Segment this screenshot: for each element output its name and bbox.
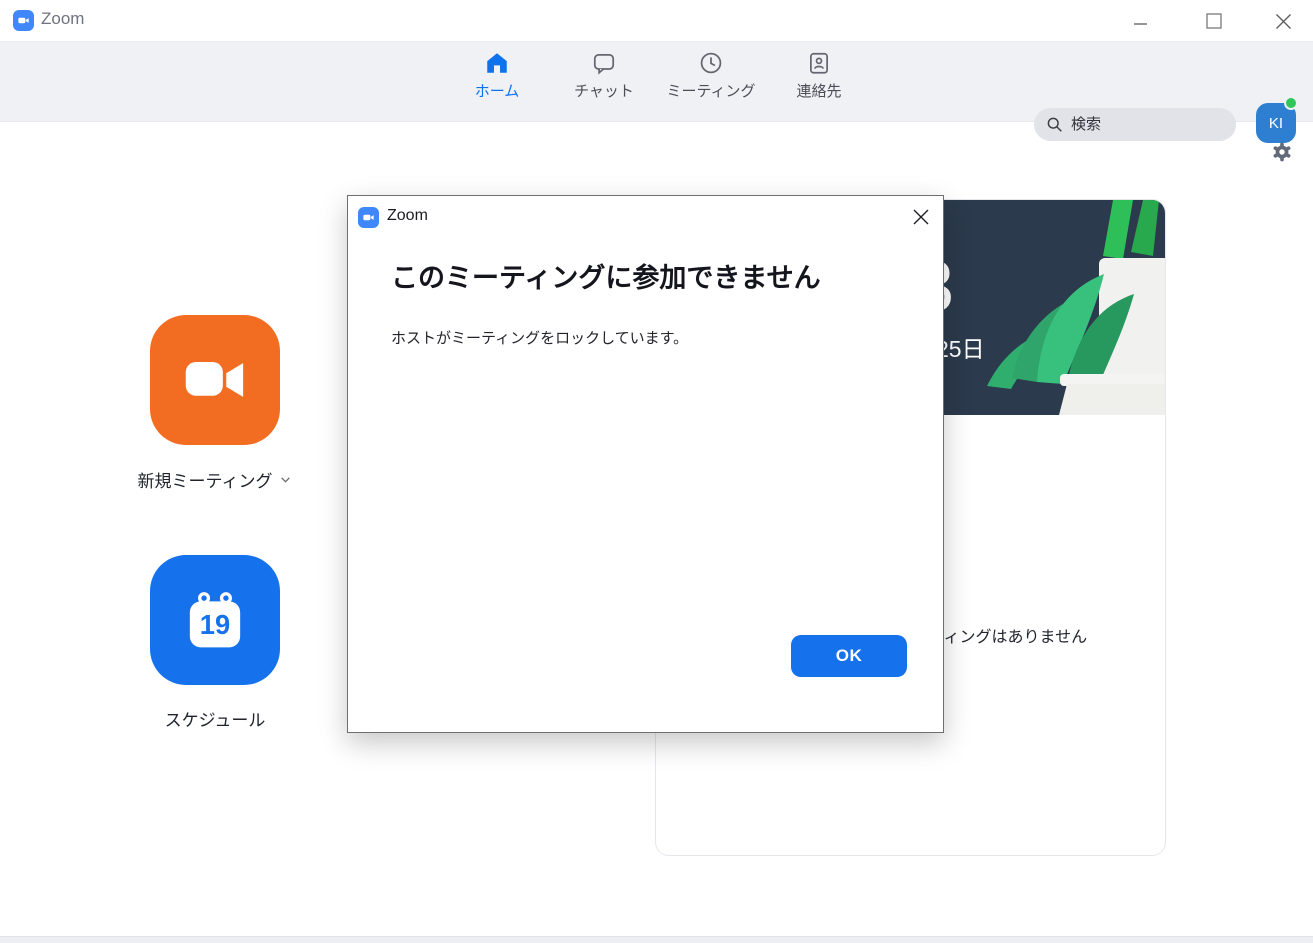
tab-home-label: ホーム — [475, 80, 520, 101]
close-icon — [912, 208, 930, 226]
tab-chat[interactable]: チャット — [556, 50, 652, 114]
ok-button[interactable]: OK — [791, 635, 907, 677]
tab-chat-label: チャット — [574, 80, 634, 101]
tab-home[interactable]: ホーム — [449, 50, 545, 114]
cannot-join-dialog: Zoom このミーティングに参加できません ホストがミーティングをロックしていま… — [347, 195, 944, 733]
zoom-app-window: Zoom ホーム チャット — [0, 0, 1313, 943]
video-camera-icon — [179, 348, 251, 412]
dialog-heading: このミーティングに参加できません — [391, 256, 821, 295]
dialog-zoom-icon — [358, 207, 379, 228]
tab-contacts[interactable]: 連絡先 — [771, 50, 867, 114]
bottom-edge-strip — [0, 936, 1313, 943]
schedule-button[interactable]: 19 — [150, 555, 280, 685]
titlebar: Zoom — [0, 0, 1313, 42]
home-icon — [484, 50, 510, 76]
minimize-button[interactable] — [1123, 4, 1157, 38]
close-window-button[interactable] — [1266, 4, 1300, 38]
new-meeting-button[interactable] — [150, 315, 280, 445]
dialog-close-button[interactable] — [904, 200, 938, 234]
calendar-day-number: 19 — [200, 609, 230, 640]
chat-icon — [591, 50, 617, 76]
gear-icon — [1270, 140, 1294, 164]
dialog-message: ホストがミーティングをロックしています。 — [391, 327, 688, 348]
search-input[interactable] — [1071, 116, 1211, 133]
avatar-initials: KI — [1269, 115, 1283, 132]
search-icon — [1046, 116, 1063, 133]
tab-meetings[interactable]: ミーティング — [663, 50, 759, 114]
settings-button[interactable] — [1266, 136, 1298, 168]
new-meeting-label-row: 新規ミーティング — [115, 467, 315, 492]
chevron-down-icon[interactable] — [279, 473, 292, 486]
schedule-label-row: スケジュール — [115, 706, 315, 731]
new-meeting-label: 新規ミーティング — [138, 467, 273, 492]
zoom-logo-icon — [13, 10, 34, 31]
presence-dot — [1284, 96, 1298, 110]
clock-icon — [698, 50, 724, 76]
calendar-icon: 19 — [180, 585, 250, 655]
app-title: Zoom — [41, 9, 84, 29]
dialog-title: Zoom — [387, 207, 428, 225]
schedule-label: スケジュール — [165, 706, 266, 731]
plant-illustration — [917, 200, 1166, 415]
top-nav: ホーム チャット ミーティング 連絡先 — [0, 42, 1313, 122]
contact-card-icon — [806, 50, 832, 76]
tab-meetings-label: ミーティング — [666, 80, 755, 101]
search-box[interactable] — [1034, 108, 1236, 141]
maximize-button[interactable] — [1197, 4, 1231, 38]
tab-contacts-label: 連絡先 — [796, 80, 841, 101]
